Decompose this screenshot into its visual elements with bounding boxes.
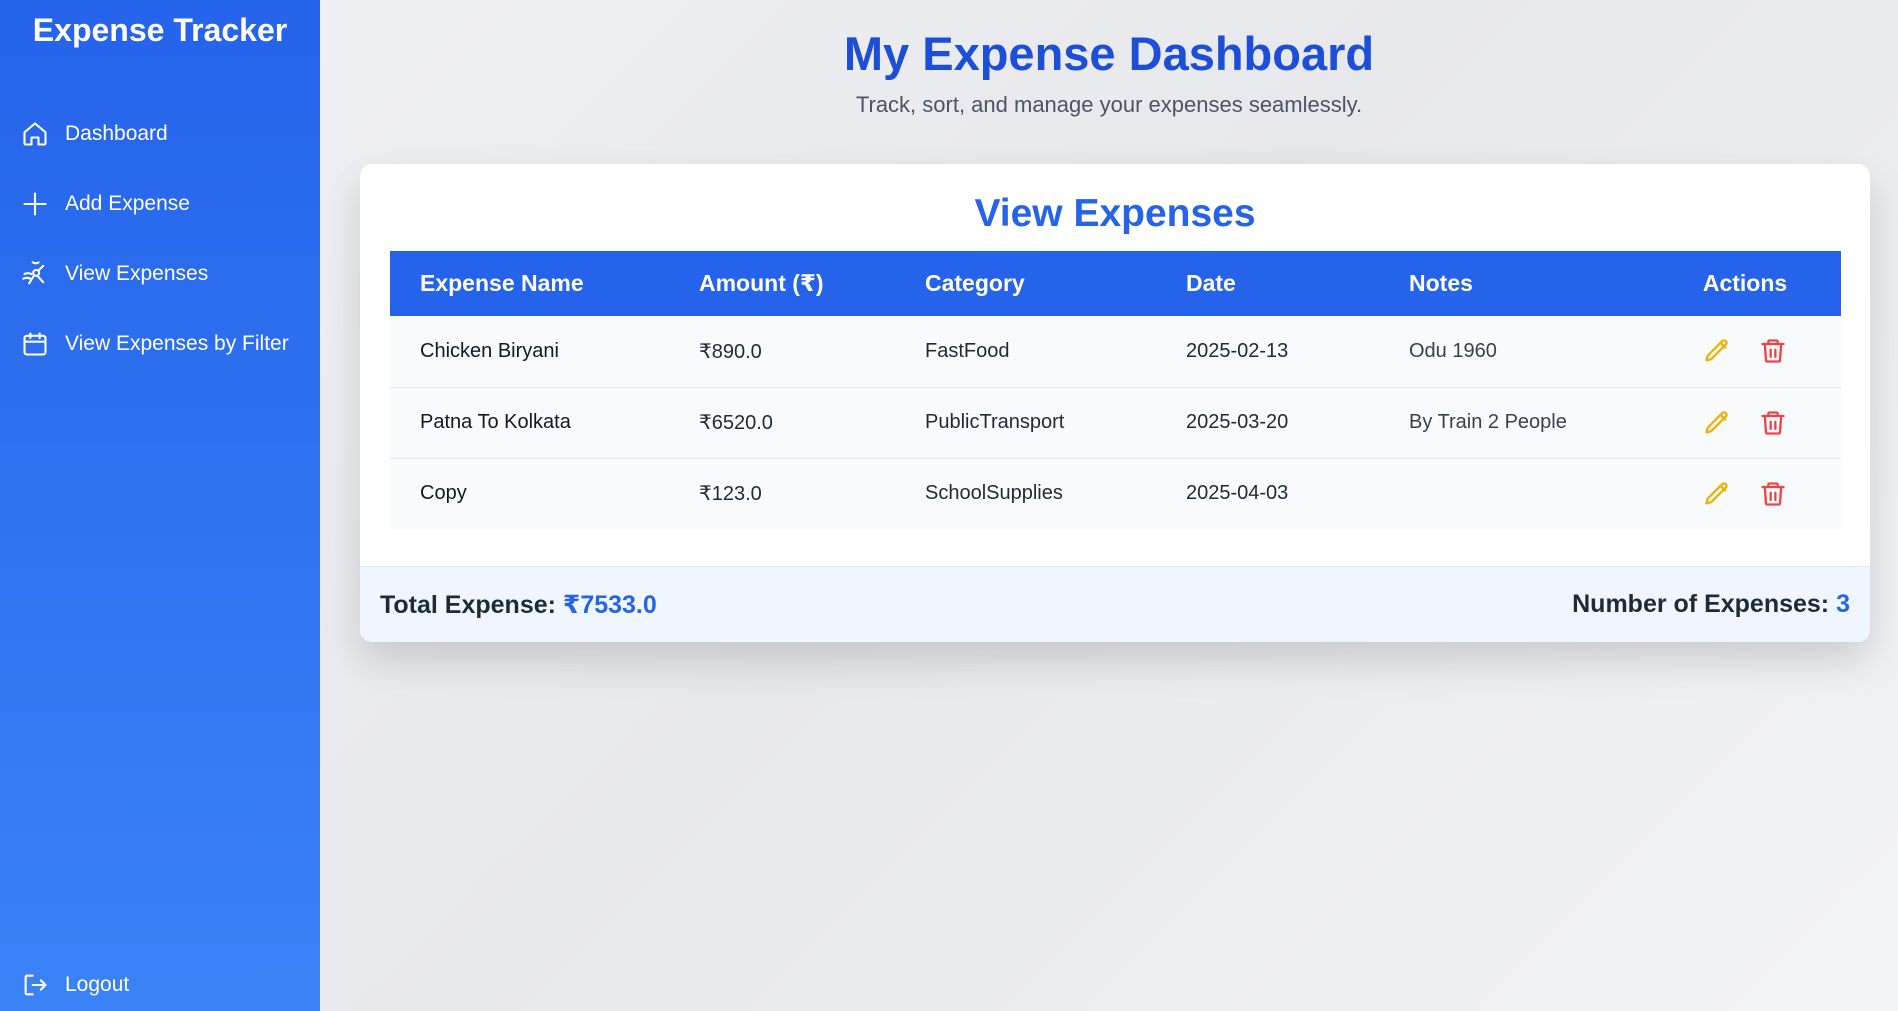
sidebar: Expense Tracker Dashboard Add Expense Vi…	[0, 0, 320, 1011]
main-content: My Expense Dashboard Track, sort, and ma…	[320, 0, 1898, 1011]
cell-category: PublicTransport	[925, 411, 1065, 433]
expense-count-value: 3	[1836, 590, 1850, 618]
sidebar-nav: Dashboard Add Expense View Expenses View…	[0, 114, 320, 364]
edit-button[interactable]	[1701, 407, 1733, 439]
trash-icon	[1761, 410, 1785, 435]
pencil-icon	[1705, 482, 1728, 505]
cell-date: 2025-04-03	[1186, 482, 1289, 505]
sidebar-item-label: View Expenses	[65, 262, 209, 285]
delete-button[interactable]	[1757, 478, 1789, 510]
app-brand: Expense Tracker	[32, 12, 288, 48]
logout-label: Logout	[65, 973, 130, 996]
cell-date: 2025-02-13	[1186, 339, 1289, 362]
sidebar-item-dashboard[interactable]: Dashboard	[0, 114, 320, 154]
total-expense-value: ₹7533.0	[562, 590, 657, 619]
edit-button[interactable]	[1701, 478, 1733, 510]
card-title: View Expenses	[974, 192, 1256, 235]
cell-expense-name: Patna To Kolkata	[420, 411, 571, 433]
column-header-expense-name[interactable]: Expense Name	[390, 251, 669, 316]
cell-notes: Odu 1960	[1409, 339, 1497, 362]
column-header-actions: Actions	[1702, 270, 1788, 296]
cell-amount: ₹890.0	[699, 340, 762, 363]
cell-amount: ₹6520.0	[699, 412, 773, 434]
cell-date: 2025-03-20	[1186, 411, 1289, 433]
expense-count: Number of Expenses: 3	[1572, 590, 1850, 619]
cell-actions	[1650, 458, 1841, 529]
sidebar-item-add-expense[interactable]: Add Expense	[0, 184, 320, 224]
sidebar-item-view-expenses-by-filter[interactable]: View Expenses by Filter	[0, 324, 320, 364]
logout-button[interactable]: Logout	[0, 965, 129, 1005]
column-header-notes[interactable]: Notes	[1379, 251, 1650, 316]
cell-amount: ₹123.0	[699, 483, 762, 506]
cell-category: SchoolSupplies	[925, 482, 1063, 505]
sidebar-item-label: View Expenses by Filter	[65, 332, 289, 355]
sidebar-item-label: Add Expense	[65, 192, 190, 215]
pencil-icon	[1705, 410, 1728, 433]
edit-button[interactable]	[1701, 335, 1733, 367]
column-header-category[interactable]: Category	[895, 251, 1156, 316]
cell-expense-name: Copy	[420, 482, 467, 505]
table-header-row: Expense Name Amount (₹) Category Date No…	[390, 251, 1841, 316]
expenses-table: Expense Name Amount (₹) Category Date No…	[390, 251, 1841, 529]
page-title: My Expense Dashboard	[843, 27, 1375, 80]
total-expense-label: Total Expense:	[380, 590, 556, 619]
expenses-card: View Expenses Expense Name Amount (₹) Ca…	[360, 164, 1870, 642]
home-icon	[20, 119, 50, 149]
cell-category: FastFood	[925, 339, 1010, 362]
delete-button[interactable]	[1757, 407, 1789, 439]
table-row: Chicken Biryani ₹890.0 FastFood 2025-02-…	[390, 316, 1841, 387]
sidebar-item-view-expenses[interactable]: View Expenses	[0, 254, 320, 294]
delete-button[interactable]	[1757, 335, 1789, 367]
activity-icon	[20, 259, 50, 289]
expense-count-label: Number of Expenses:	[1572, 590, 1830, 618]
sidebar-item-label: Dashboard	[65, 122, 168, 145]
cell-notes	[1379, 458, 1650, 529]
table-row: Copy ₹123.0 SchoolSupplies 2025-04-03	[390, 458, 1841, 529]
page-subtitle: Track, sort, and manage your expenses se…	[855, 92, 1363, 117]
calendar-icon	[20, 329, 50, 359]
cell-actions	[1650, 387, 1841, 458]
pencil-icon	[1705, 339, 1728, 362]
cell-notes: By Train 2 People	[1409, 411, 1567, 433]
plus-icon	[20, 189, 50, 219]
trash-icon	[1761, 339, 1785, 363]
trash-icon	[1761, 482, 1785, 506]
cell-actions	[1650, 316, 1841, 387]
logout-icon	[20, 970, 50, 1000]
column-header-amount[interactable]: Amount (₹)	[669, 251, 895, 316]
card-footer: Total Expense: ₹7533.0 Number of Expense…	[360, 566, 1870, 642]
total-expense: Total Expense: ₹7533.0	[380, 590, 657, 620]
table-row: Patna To Kolkata ₹6520.0 PublicTransport…	[390, 387, 1841, 458]
cell-expense-name: Chicken Biryani	[420, 339, 559, 362]
column-header-date[interactable]: Date	[1156, 251, 1379, 316]
